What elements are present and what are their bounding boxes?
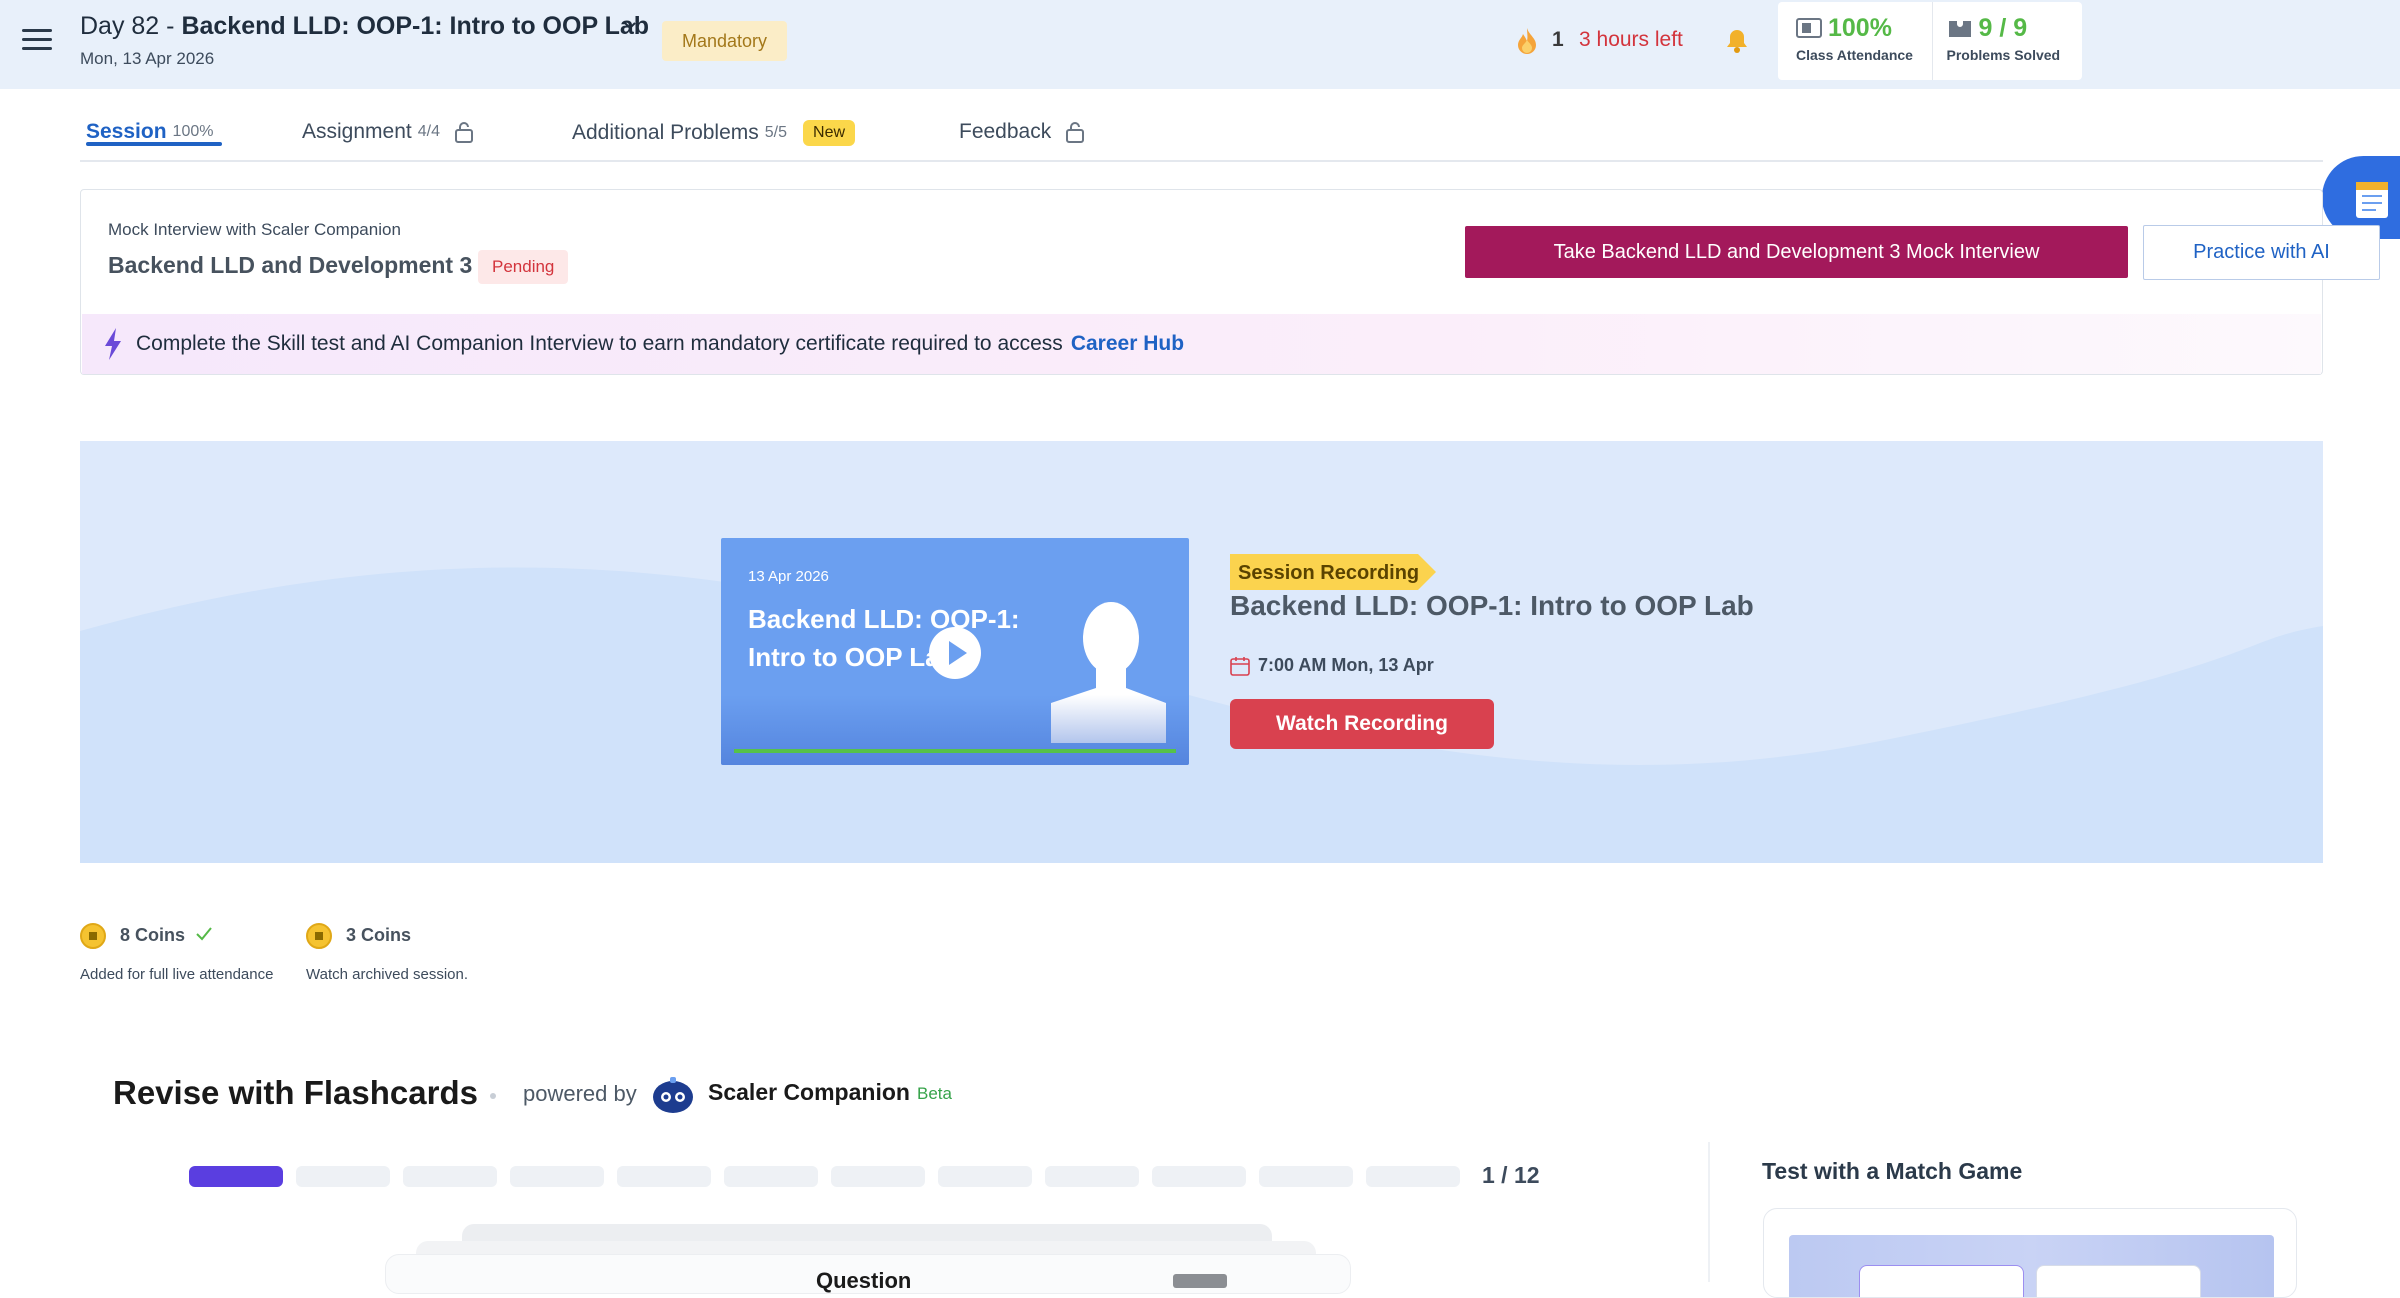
practice-with-ai-button[interactable]: Practice with AI [2143,225,2380,280]
tab-feedback-label: Feedback [959,120,1052,143]
coin-icon [80,923,106,949]
flashcard-progress-segment [1366,1166,1460,1187]
attendance-stat[interactable]: 100% Class Attendance [1778,2,1932,80]
video-date: 13 Apr 2026 [748,568,829,585]
problems-label: Problems Solved [1946,47,2061,63]
stats-panel: 100% Class Attendance 9 / 9 Problems Sol… [1778,2,2082,80]
match-game-card[interactable] [1763,1208,2297,1298]
flashcard-progress-segment [296,1166,390,1187]
attendance-label: Class Attendance [1796,47,1913,63]
coins-available-note: Watch archived session. [306,966,469,983]
time-left: 3 hours left [1579,28,1683,51]
background-wave [80,567,2323,863]
flashcard-tag [1173,1274,1227,1288]
calendar-icon [1230,657,1250,676]
session-tabs: Session 100% Assignment 4/4 Additional P… [80,108,2323,162]
question-label: Question [816,1268,912,1293]
scaler-companion-logo [653,1077,693,1113]
lock-icon [454,122,473,143]
puzzle-icon [1948,20,1971,37]
flashcards-title: Revise with Flashcards [113,1074,478,1111]
coins-available-value: 3 Coins [346,925,412,945]
tab-additional-problems[interactable]: Additional Problems 5/5 New [572,120,856,146]
tab-session[interactable]: Session 100% [86,120,222,146]
companion-name: Scaler Companion [708,1079,910,1105]
mock-title: Backend LLD and Development 3 [108,252,473,278]
tab-additional-sub: 5/5 [764,124,788,141]
career-hub-link[interactable]: Career Hub [1071,332,1184,356]
problems-stat[interactable]: 9 / 9 Problems Solved [1931,2,2083,80]
video-thumbnail[interactable]: 13 Apr 2026 Backend LLD: OOP-1: Intro to… [721,538,1189,765]
coins-earned-value: 8 Coins [120,925,186,945]
match-game-title: Test with a Match Game [1762,1158,2023,1184]
certificate-text: Complete the Skill test and AI Companion… [136,332,1063,355]
flashcard-progress-segment [403,1166,497,1187]
flashcard-progress-segment [189,1166,283,1187]
notepad-icon [2356,182,2388,218]
flashcard-progress-segment [1152,1166,1246,1187]
recording-section: 13 Apr 2026 Backend LLD: OOP-1: Intro to… [80,441,2323,863]
top-bar: Day 82 - Backend LLD: OOP-1: Intro to OO… [0,0,2400,89]
menu-icon[interactable] [22,29,52,53]
mandatory-badge: Mandatory [662,21,788,61]
session-recording-tag: Session Recording [1230,554,1436,590]
watch-recording-button[interactable]: Watch Recording [1230,699,1494,749]
coin-icon [306,923,332,949]
flashcard-progress-segment [617,1166,711,1187]
tab-underline [86,142,222,146]
tab-session-sub: 100% [172,123,214,140]
certificate-banner: Complete the Skill test and AI Companion… [82,314,2321,374]
play-icon[interactable] [928,626,982,680]
flashcard-progress-segment [510,1166,604,1187]
mock-subtitle: Mock Interview with Scaler Companion [108,220,401,239]
status-badge: Pending [478,250,569,284]
lecture-date: Mon, 13 Apr 2026 [80,49,215,68]
check-icon [196,927,212,941]
flashcard-progress [189,1166,1460,1187]
tab-additional-label: Additional Problems [572,121,759,144]
powered-by-label: powered by [523,1081,637,1106]
match-game-preview [1789,1235,2274,1297]
fire-icon [1518,28,1536,54]
attendance-icon [1796,17,1822,38]
bell-icon[interactable] [1723,27,1751,55]
lightning-icon [105,328,121,360]
flashcard-progress-segment [724,1166,818,1187]
tab-assignment-label: Assignment [302,120,412,143]
flashcard-progress-segment [1259,1166,1353,1187]
problems-value: 9 / 9 [1978,14,2028,42]
recording-time: 7:00 AM Mon, 13 Apr [1258,655,1434,675]
session-recording-label: Session Recording [1238,562,1419,584]
page-title: Day 82 - Backend LLD: OOP-1: Intro to OO… [80,12,649,41]
video-title: Backend LLD: OOP-1: Intro to OOP Lab [748,604,1020,672]
tab-assignment[interactable]: Assignment 4/4 [302,120,474,144]
mock-interview-card: Mock Interview with Scaler Companion Bac… [80,189,2380,375]
tab-feedback[interactable]: Feedback [959,120,1085,144]
day-prefix: Day 82 - [80,12,182,40]
beta-badge: Beta [917,1084,952,1103]
flashcard-counter: 1 / 12 [1482,1162,1540,1188]
video-progress-bar [734,749,1176,753]
recording-title: Backend LLD: OOP-1: Intro to OOP Lab [1230,590,1754,621]
streak-count: 1 [1552,28,1564,51]
tab-session-label: Session [86,120,167,143]
flashcard-progress-segment [831,1166,925,1187]
flashcard-progress-segment [938,1166,1032,1187]
attendance-value: 100% [1828,14,1892,42]
flashcard-progress-segment [1045,1166,1139,1187]
tab-assignment-sub: 4/4 [417,123,440,140]
take-mock-interview-button[interactable]: Take Backend LLD and Development 3 Mock … [1465,226,2128,278]
lecture-title: Backend LLD: OOP-1: Intro to OOP Lab [181,12,650,40]
coins-earned-note: Added for full live attendance [80,966,274,983]
new-badge: New [803,120,856,146]
chevron-down-icon[interactable] [622,18,638,34]
lock-icon [1066,122,1085,143]
